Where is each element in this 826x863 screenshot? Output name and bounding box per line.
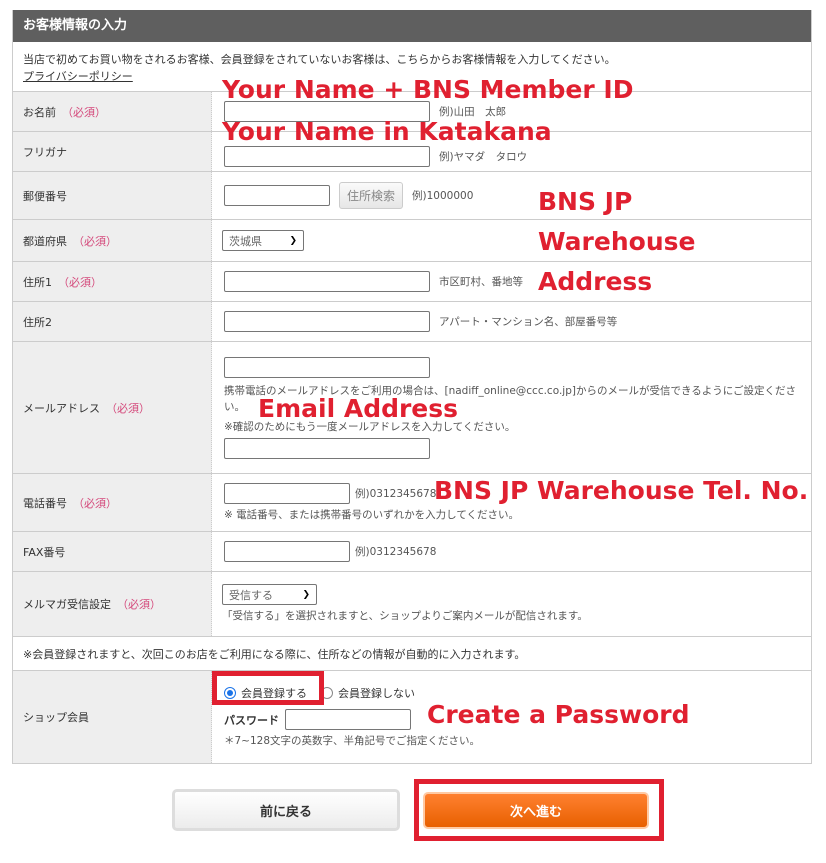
chevron-down-icon: ❯ [289,235,297,246]
annotation-warehouse-2: Warehouse [538,227,696,256]
prefecture-label: 都道府県 [23,234,67,248]
prefecture-select[interactable]: 茨城県 ❯ [222,230,304,251]
highlight-register-option [212,671,324,705]
back-button[interactable]: 前に戻る [172,789,400,831]
email-confirm-input[interactable] [224,437,430,459]
password-input[interactable] [285,709,411,730]
postal-input[interactable] [224,185,330,206]
member-notice-row: ※会員登録されますと、次回このお店をご利用になる際に、住所などの情報が自動的に入… [13,637,811,671]
prefecture-selected: 茨城県 [229,234,262,248]
email-input[interactable] [224,356,430,378]
address-search-button[interactable]: 住所検索 [339,182,404,209]
next-button[interactable]: 次へ進む [423,792,649,829]
required-mark: （必須） [106,401,150,415]
address1-hint: 市区町村、番地等 [439,276,523,288]
postal-label: 郵便番号 [23,189,67,203]
newsletter-label: メルマガ受信設定 [23,598,111,611]
phone-hint: 例)0312345678 [355,487,437,500]
address2-input[interactable] [224,311,430,332]
annotation-password: Create a Password [427,700,690,729]
newsletter-selected: 受信する [229,588,273,602]
address1-input[interactable] [224,271,430,292]
furigana-hint: 例)ヤマダ タロウ [439,151,528,163]
no-register-option-label: 会員登録しない [338,687,415,700]
fax-label: FAX番号 [23,545,66,559]
fax-input[interactable] [224,541,350,562]
name-label: お名前 [23,105,56,119]
furigana-input[interactable] [224,146,430,167]
privacy-policy-link[interactable]: プライバシーポリシー [23,70,133,83]
annotation-phone: BNS JP Warehouse Tel. No. [434,476,809,505]
annotation-warehouse-1: BNS JP [538,187,633,216]
row-address2: 住所2 アパート・マンション名、部屋番号等 [13,302,811,342]
address1-label: 住所1 [23,275,52,289]
phone-label: 電話番号 [23,496,67,510]
chevron-down-icon: ❯ [302,589,310,600]
required-mark: （必須） [58,275,102,289]
annotation-warehouse-3: Address [538,267,653,296]
annotation-katakana: Your Name in Katakana [222,117,552,146]
annotation-name: Your Name + BNS Member ID [222,75,634,104]
address2-label: 住所2 [23,315,52,329]
newsletter-note: 「受信する」を選択されますと、ショップよりご案内メールが配信されます。 [222,610,588,622]
postal-hint: 例)1000000 [412,190,474,202]
required-mark: （必須） [73,234,117,248]
row-postal: 郵便番号 住所検索 例)1000000 [13,172,811,220]
furigana-label: フリガナ [23,145,67,159]
email-label: メールアドレス [23,401,100,415]
phone-input[interactable] [224,482,350,504]
required-mark: （必須） [73,496,117,510]
password-label: パスワード [224,713,279,727]
intro-text: 当店で初めてお買い物をされるお客様、会員登録をされていないお客様は、こちらからお… [23,53,616,66]
row-newsletter: メルマガ受信設定 （必須） 受信する ❯ 「受信する」を選択されますと、ショップより… [13,572,811,637]
fax-hint: 例)0312345678 [355,546,437,558]
no-register-option[interactable]: 会員登録しない [321,685,415,701]
password-note: ＊7~128文字の英数字、半角記号でご指定ください。 [224,735,481,747]
form-title: お客様情報の入力 [13,10,811,42]
annotation-email: Email Address [258,394,459,423]
row-address1: 住所1 （必須） 市区町村、番地等 [13,262,811,302]
row-fax: FAX番号 例)0312345678 [13,532,811,572]
row-membership: ショップ会員 会員登録する 会員登録しない パスワード ＊7~128文字の英数字… [13,671,811,763]
phone-note: ※ 電話番号、または携帯番号のいずれかを入力してください。 [224,508,520,521]
required-mark: （必須） [62,105,106,119]
required-mark: （必須） [117,598,161,611]
member-notice: ※会員登録されますと、次回このお店をご利用になる際に、住所などの情報が自動的に入… [23,647,526,661]
membership-label: ショップ会員 [23,711,89,724]
address2-hint: アパート・マンション名、部屋番号等 [439,316,618,328]
newsletter-select[interactable]: 受信する ❯ [222,584,317,605]
